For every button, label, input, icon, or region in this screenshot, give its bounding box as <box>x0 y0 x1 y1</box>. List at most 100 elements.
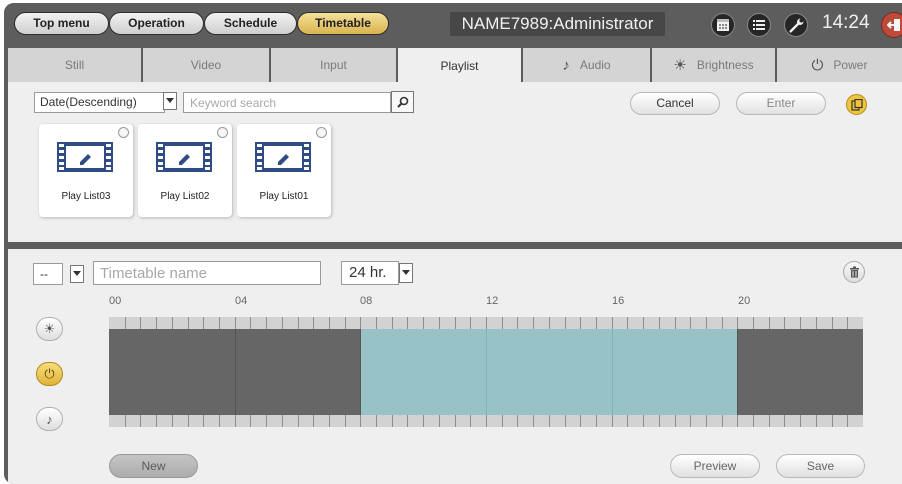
time-tick <box>784 317 785 329</box>
header-bar: Top menu Operation Schedule Timetable NA… <box>4 3 902 44</box>
time-tick <box>250 317 251 329</box>
nav-top-menu-button[interactable]: Top menu <box>14 12 109 35</box>
preview-button[interactable]: Preview <box>670 454 760 478</box>
enter-button[interactable]: Enter <box>736 92 826 115</box>
brightness-row-button[interactable]: ☀ <box>36 317 63 341</box>
time-tick <box>156 317 157 329</box>
schedule-segment-off[interactable] <box>737 329 863 415</box>
search-icon <box>396 96 408 108</box>
tab-audio[interactable]: ♪ Audio <box>523 48 650 82</box>
time-tick <box>517 415 518 427</box>
timetable-name-input[interactable] <box>93 261 321 285</box>
time-ruler-bottom <box>109 415 863 427</box>
time-tick <box>455 317 456 329</box>
playlist-card[interactable]: Play List01 <box>237 124 331 217</box>
playlist-card[interactable]: Play List03 <box>39 124 133 217</box>
tab-still[interactable]: Still <box>8 48 141 82</box>
chevron-down-icon <box>166 98 174 103</box>
film-icon <box>156 142 212 172</box>
time-tick <box>596 317 597 329</box>
hour-divider <box>235 329 236 415</box>
keyword-search-input[interactable] <box>183 92 391 113</box>
select-radio[interactable] <box>217 127 228 138</box>
playlist-name: Play List03 <box>61 191 111 202</box>
tab-power[interactable]: ⏻ Power <box>777 48 902 82</box>
time-tick <box>455 415 456 427</box>
time-tick <box>612 415 613 427</box>
audio-row-button[interactable]: ♪ <box>36 407 63 431</box>
cancel-button[interactable]: Cancel <box>630 92 720 115</box>
power-row-button[interactable]: ⏻ <box>36 362 63 386</box>
group-select[interactable]: -- <box>33 263 63 285</box>
schedule-segment-on[interactable] <box>360 329 737 415</box>
hour-label: 08 <box>360 295 373 307</box>
playlist-card[interactable]: Play List02 <box>138 124 232 217</box>
time-tick <box>737 415 738 427</box>
search-button[interactable] <box>391 91 414 113</box>
sort-dropdown-button[interactable] <box>163 92 177 110</box>
time-tick <box>706 415 707 427</box>
time-tick <box>769 415 770 427</box>
logout-icon <box>887 19 900 31</box>
delete-button[interactable] <box>843 261 865 283</box>
playlist-panel: Date(Descending) Cancel Enter <box>8 82 902 242</box>
tab-video[interactable]: Video <box>143 48 269 82</box>
time-tick <box>392 415 393 427</box>
hours-select[interactable]: 24 hr. <box>341 261 399 285</box>
time-tick <box>769 317 770 329</box>
wrench-icon <box>789 18 804 33</box>
new-button[interactable]: New <box>109 454 198 478</box>
tab-playlist[interactable]: Playlist <box>398 48 521 84</box>
save-button[interactable]: Save <box>776 454 865 478</box>
time-tick <box>376 415 377 427</box>
sort-select[interactable]: Date(Descending) <box>34 92 165 113</box>
chevron-down-icon <box>73 271 81 276</box>
time-tick <box>235 317 236 329</box>
time-tick <box>627 415 628 427</box>
time-tick <box>188 317 189 329</box>
copy-button[interactable] <box>846 94 867 115</box>
nav-operation-button[interactable]: Operation <box>109 12 204 35</box>
time-tick <box>737 317 738 329</box>
schedule-timeline[interactable] <box>109 329 863 415</box>
tab-brightness[interactable]: ☀ Brightness <box>652 48 775 82</box>
time-tick <box>486 317 487 329</box>
hour-label: 12 <box>486 295 499 307</box>
tab-label: Video <box>190 58 222 72</box>
nav-schedule-button[interactable]: Schedule <box>204 12 297 35</box>
hours-dropdown-button[interactable] <box>399 263 413 283</box>
select-radio[interactable] <box>316 127 327 138</box>
time-tick <box>407 415 408 427</box>
time-tick <box>722 317 723 329</box>
time-tick <box>172 317 173 329</box>
time-tick <box>203 317 204 329</box>
time-tick <box>219 317 220 329</box>
time-tick <box>439 317 440 329</box>
calendar-button[interactable] <box>711 13 735 37</box>
select-radio[interactable] <box>118 127 129 138</box>
time-tick <box>329 317 330 329</box>
time-tick <box>313 317 314 329</box>
time-tick <box>486 415 487 427</box>
power-icon: ⏻ <box>811 56 824 74</box>
time-tick <box>140 415 141 427</box>
time-tick <box>423 317 424 329</box>
time-tick <box>203 415 204 427</box>
time-tick <box>298 317 299 329</box>
settings-button[interactable] <box>784 13 808 37</box>
hour-divider <box>612 329 613 415</box>
time-tick <box>282 415 283 427</box>
time-tick <box>360 415 361 427</box>
time-tick <box>156 415 157 427</box>
clock: 14:24 <box>822 12 870 33</box>
time-tick <box>533 415 534 427</box>
group-dropdown-button[interactable] <box>70 265 84 283</box>
nav-timetable-button[interactable]: Timetable <box>297 12 389 35</box>
film-icon <box>57 142 113 172</box>
list-button[interactable] <box>747 13 771 37</box>
time-tick <box>722 415 723 427</box>
logout-button[interactable] <box>881 12 902 38</box>
tab-input[interactable]: Input <box>271 48 396 82</box>
time-tick <box>753 415 754 427</box>
time-tick <box>140 317 141 329</box>
